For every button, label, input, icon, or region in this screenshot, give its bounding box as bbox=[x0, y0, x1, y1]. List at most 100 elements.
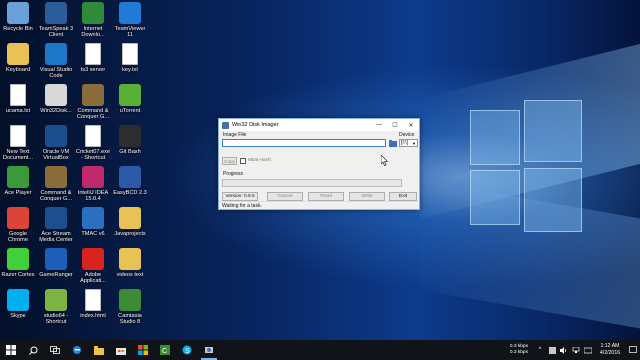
edge-file-icon bbox=[85, 289, 101, 311]
desktop-icon-label: Javaprojects bbox=[114, 231, 146, 237]
action-center-button[interactable] bbox=[626, 340, 640, 360]
download-speed: 0.3 kbps bbox=[509, 350, 528, 355]
cnc-icon bbox=[82, 84, 104, 106]
tray-app-icon-button[interactable] bbox=[546, 340, 558, 360]
text-file-icon bbox=[10, 84, 26, 106]
version-button[interactable]: Version: 0.9.5 bbox=[222, 192, 258, 201]
chevron-down-icon: ▼ bbox=[412, 140, 416, 146]
clock[interactable]: 1:12 AM 4/2/2016 bbox=[596, 343, 624, 357]
store-icon bbox=[116, 347, 126, 355]
desktop-icon[interactable]: studio64 - Shortcut bbox=[38, 289, 74, 340]
desktop-icon[interactable]: Camtasia Studio 8 bbox=[112, 289, 148, 340]
desktop-icon-label: TeamViewer 11 bbox=[114, 26, 146, 39]
network-speed: 0.3 kbps 0.3 kbps bbox=[510, 344, 528, 356]
camtasia-icon: C bbox=[160, 345, 170, 355]
network-icon bbox=[572, 346, 580, 353]
notification-icon bbox=[629, 346, 637, 353]
read-button[interactable]: Read bbox=[308, 192, 344, 201]
taskbar-edge[interactable] bbox=[66, 340, 88, 360]
minimize-button[interactable]: — bbox=[371, 119, 387, 131]
recycle-bin-icon bbox=[7, 2, 29, 24]
win32-disk-imager-icon bbox=[205, 347, 213, 353]
text-file-icon bbox=[122, 43, 138, 65]
taskbar-win32-disk-imager[interactable] bbox=[198, 340, 220, 360]
title-bar[interactable]: Win32 Disk Imager — ☐ ✕ bbox=[219, 119, 419, 131]
language-button[interactable] bbox=[582, 340, 594, 360]
taskbar-store[interactable] bbox=[110, 340, 132, 360]
taskbar-file-explorer[interactable] bbox=[88, 340, 110, 360]
volume-icon bbox=[560, 346, 567, 354]
start-button[interactable] bbox=[0, 340, 22, 360]
device-label: Device bbox=[399, 132, 415, 138]
chevron-up-icon: ^ bbox=[538, 347, 542, 353]
edge-icon bbox=[73, 346, 81, 354]
teamviewer-icon bbox=[119, 2, 141, 24]
taskbar: C S 0.3 kbps 0.3 kbps ^ 1:12 AM 4/2/2016 bbox=[0, 340, 640, 360]
text-file-icon bbox=[85, 43, 101, 65]
desktop-icon[interactable]: index.html bbox=[75, 289, 111, 340]
maximize-button[interactable]: ☐ bbox=[387, 119, 403, 131]
write-button[interactable]: Write bbox=[349, 192, 385, 201]
android-studio-icon bbox=[45, 289, 67, 311]
clock-time: 1:12 AM bbox=[600, 343, 620, 349]
progress-label: Progress bbox=[223, 171, 244, 177]
wallpaper-window-pane bbox=[470, 170, 520, 225]
virtualbox-icon bbox=[45, 125, 67, 147]
folder-icon bbox=[388, 139, 397, 147]
desktop-icon[interactable]: Skype bbox=[0, 289, 36, 340]
device-select[interactable]: [I:\] ▼ bbox=[399, 139, 418, 147]
copy-button[interactable]: Copy bbox=[222, 157, 237, 165]
intellij-icon bbox=[82, 166, 104, 188]
wallpaper-window-pane bbox=[470, 110, 520, 165]
file-explorer-icon bbox=[94, 345, 104, 355]
device-value: [I:\] bbox=[401, 140, 408, 146]
desktop-icon-label: videos text bbox=[116, 272, 144, 278]
camtasia-icon bbox=[119, 289, 141, 311]
taskbar-windows[interactable] bbox=[132, 340, 154, 360]
desktop-icon-label: EasyBCD 2.3 bbox=[113, 190, 147, 196]
utorrent-icon bbox=[119, 84, 141, 106]
desktop-icon-label: uTorrent bbox=[119, 108, 141, 114]
task-view-icon bbox=[50, 346, 60, 354]
ace-player-icon bbox=[7, 166, 29, 188]
ace-stream-icon bbox=[45, 207, 67, 229]
system-tray: 0.3 kbps 0.3 kbps ^ 1:12 AM 4/2/2016 bbox=[510, 340, 640, 360]
window-title: Win32 Disk Imager bbox=[232, 122, 279, 128]
search-button[interactable] bbox=[22, 340, 44, 360]
taskbar-camtasia[interactable]: C bbox=[154, 340, 176, 360]
exit-button[interactable]: Exit bbox=[389, 192, 417, 201]
md5-hash-checkbox[interactable] bbox=[240, 158, 246, 164]
taskbar-skype[interactable]: S bbox=[176, 340, 198, 360]
wallpaper-window-pane bbox=[524, 100, 582, 162]
md5-hash-label: MD5 Hash: bbox=[248, 158, 272, 163]
win32-disk-imager-icon bbox=[45, 84, 67, 106]
cancel-button[interactable]: Cancel bbox=[267, 192, 303, 201]
svg-text:S: S bbox=[185, 348, 190, 355]
disk-imager-app-icon bbox=[222, 121, 229, 129]
tmac-icon bbox=[82, 207, 104, 229]
gameranger-icon bbox=[45, 248, 67, 270]
desktop-icon-label: key.txt bbox=[122, 67, 138, 73]
desktop[interactable]: Recycle Bin TeamSpeak 3 Client Internet Do… bbox=[0, 0, 640, 340]
show-hidden-icons-button[interactable]: ^ bbox=[534, 340, 546, 360]
adobe-icon bbox=[82, 248, 104, 270]
skype-icon bbox=[7, 289, 29, 311]
text-file-icon bbox=[10, 125, 26, 147]
wallpaper-window-pane bbox=[524, 168, 582, 232]
image-file-input[interactable] bbox=[222, 139, 386, 147]
task-view-button[interactable] bbox=[44, 340, 66, 360]
network-button[interactable] bbox=[570, 340, 582, 360]
easybcd-icon bbox=[119, 166, 141, 188]
tray-app-icon bbox=[548, 346, 556, 354]
clock-date: 4/2/2016 bbox=[599, 350, 621, 356]
cnc-icon bbox=[45, 166, 67, 188]
mouse-cursor-icon bbox=[381, 155, 388, 166]
desktop-icon-label: Git Bash bbox=[119, 149, 141, 155]
browse-folder-button[interactable] bbox=[388, 139, 397, 147]
teamspeak-icon bbox=[45, 2, 67, 24]
search-icon bbox=[28, 346, 37, 355]
folder-icon bbox=[119, 207, 141, 229]
folder-icon bbox=[119, 248, 141, 270]
close-button[interactable]: ✕ bbox=[403, 119, 419, 131]
volume-button[interactable] bbox=[558, 340, 570, 360]
